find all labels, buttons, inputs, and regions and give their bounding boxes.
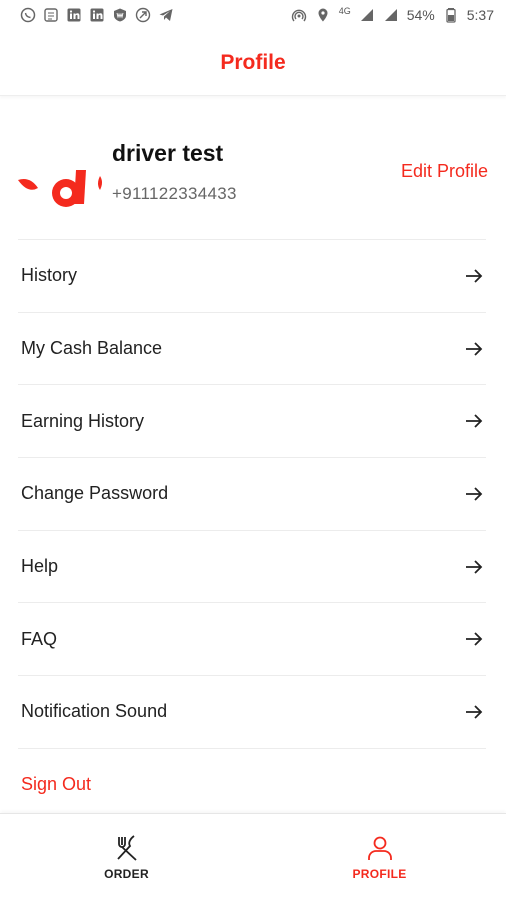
menu-item-label: FAQ xyxy=(21,628,58,649)
menu-item-label: Help xyxy=(21,556,59,577)
menu-item-label: Change Password xyxy=(21,483,169,504)
hotspot-icon xyxy=(291,9,306,22)
signal-icon xyxy=(360,9,373,21)
app-header: Profile xyxy=(0,30,506,96)
arrow-right-icon xyxy=(466,487,483,501)
sign-out-button[interactable]: Sign Out xyxy=(18,747,486,820)
circle-arrow-icon xyxy=(135,7,151,23)
network-type: 4G xyxy=(338,6,351,16)
menu-item-label: Notification Sound xyxy=(21,701,168,722)
signal-icon xyxy=(384,9,397,21)
menu-item-help[interactable]: Help xyxy=(18,529,486,603)
menu-item-notification-sound[interactable]: Notification Sound xyxy=(18,675,486,748)
menu-item-earning-history[interactable]: Earning History xyxy=(18,384,486,457)
telegram-icon xyxy=(159,9,173,21)
nav-tab-order[interactable]: ORDER xyxy=(0,814,253,900)
menu-item-faq[interactable]: FAQ xyxy=(18,602,486,675)
bottom-nav: ORDER PROFILE xyxy=(0,813,506,900)
nav-tab-label: ORDER xyxy=(104,867,149,881)
menu-item-cash-balance[interactable]: My Cash Balance xyxy=(18,311,486,385)
nav-tab-profile[interactable]: PROFILE xyxy=(253,814,506,900)
menu-item-label: Earning History xyxy=(21,410,145,431)
edit-profile-button[interactable]: Edit Profile xyxy=(401,161,488,182)
user-phone: +911122334433 xyxy=(112,184,237,203)
arrow-right-icon xyxy=(466,269,483,283)
battery-icon xyxy=(446,8,456,23)
linkedin-icon xyxy=(67,8,81,22)
location-icon xyxy=(318,8,328,22)
arrow-right-icon xyxy=(466,705,483,719)
menu-item-change-password[interactable]: Change Password xyxy=(18,457,486,530)
battery-percent: 54% xyxy=(406,7,435,23)
sign-out-label: Sign Out xyxy=(21,773,92,794)
clock: 5:37 xyxy=(466,7,494,23)
menu-item-label: History xyxy=(21,265,78,286)
linkedin-icon xyxy=(90,8,104,22)
arrow-right-icon xyxy=(466,559,483,574)
menu-item-history[interactable]: History xyxy=(18,239,486,312)
whatsapp-icon xyxy=(20,7,36,23)
user-icon xyxy=(367,836,392,860)
arrow-right-icon xyxy=(466,632,483,646)
notification-icons xyxy=(20,7,174,23)
arrow-right-icon xyxy=(466,414,483,428)
page-title: Profile xyxy=(220,50,286,74)
system-icons: 4G 54% 5:37 xyxy=(291,6,494,23)
status-bar: 4G 54% 5:37 xyxy=(0,0,506,30)
user-name: driver test xyxy=(112,140,224,166)
menu-item-label: My Cash Balance xyxy=(21,338,163,359)
arrow-right-icon xyxy=(466,341,483,356)
profile-menu: History My Cash Balance Earning History … xyxy=(0,239,506,820)
brand-logo xyxy=(18,170,102,207)
shield-w-icon xyxy=(114,8,126,22)
nav-tab-label: PROFILE xyxy=(352,867,407,881)
fork-knife-icon xyxy=(116,835,137,861)
calendar-icon xyxy=(44,8,58,22)
